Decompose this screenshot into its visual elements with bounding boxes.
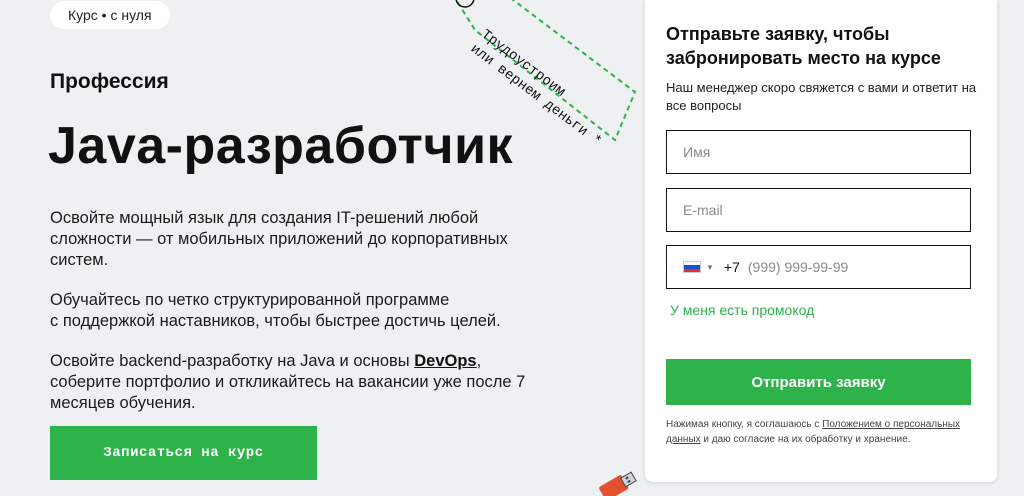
name-field[interactable] [666, 130, 971, 174]
form-title: Отправьте заявку, чтобы забронировать ме… [666, 24, 941, 68]
description-2-line-1: Обучайтесь по четко структурированной пр… [50, 291, 450, 309]
legal-notice: Нажимая кнопку, я соглашаюсь с Положение… [666, 417, 976, 447]
submit-button[interactable]: Отправить заявку [666, 359, 971, 405]
phone-country-code: +7 [723, 259, 740, 275]
usb-drive-icon [599, 471, 637, 496]
application-form: Отправьте заявку, чтобы забронировать ме… [645, 0, 997, 482]
devops-link[interactable]: DevOps [414, 352, 476, 370]
profession-label: Профессия [50, 70, 169, 93]
legal-text-end: и даю согласие на их обработку и хранени… [700, 434, 911, 445]
chevron-down-icon[interactable]: ▼ [706, 263, 714, 272]
russia-flag-icon[interactable] [683, 261, 701, 273]
description-2-line-2: с поддержкой наставников, чтобы быстрее … [50, 312, 501, 330]
course-chip: Курс • с нуля [50, 1, 170, 29]
description-1: Освойте мощный язык для создания IT-реше… [50, 209, 508, 269]
description-3-text: Освойте backend-разработку на Java и осн… [50, 352, 415, 370]
promo-code-link[interactable]: У меня есть промокод [670, 302, 814, 318]
phone-field[interactable]: ▼ +7 [666, 245, 971, 289]
description-2: Обучайтесь по четко структурированной пр… [50, 290, 530, 332]
email-field[interactable] [666, 188, 971, 232]
enroll-button[interactable]: Записаться на курс [50, 426, 317, 480]
form-subtitle: Наш менеджер скоро свяжется с вами и отв… [666, 80, 977, 113]
description-3: Освойте backend-разработку на Java и осн… [50, 351, 530, 414]
phone-input[interactable] [747, 259, 970, 275]
legal-text: Нажимая кнопку, я соглашаюсь с [666, 419, 823, 430]
